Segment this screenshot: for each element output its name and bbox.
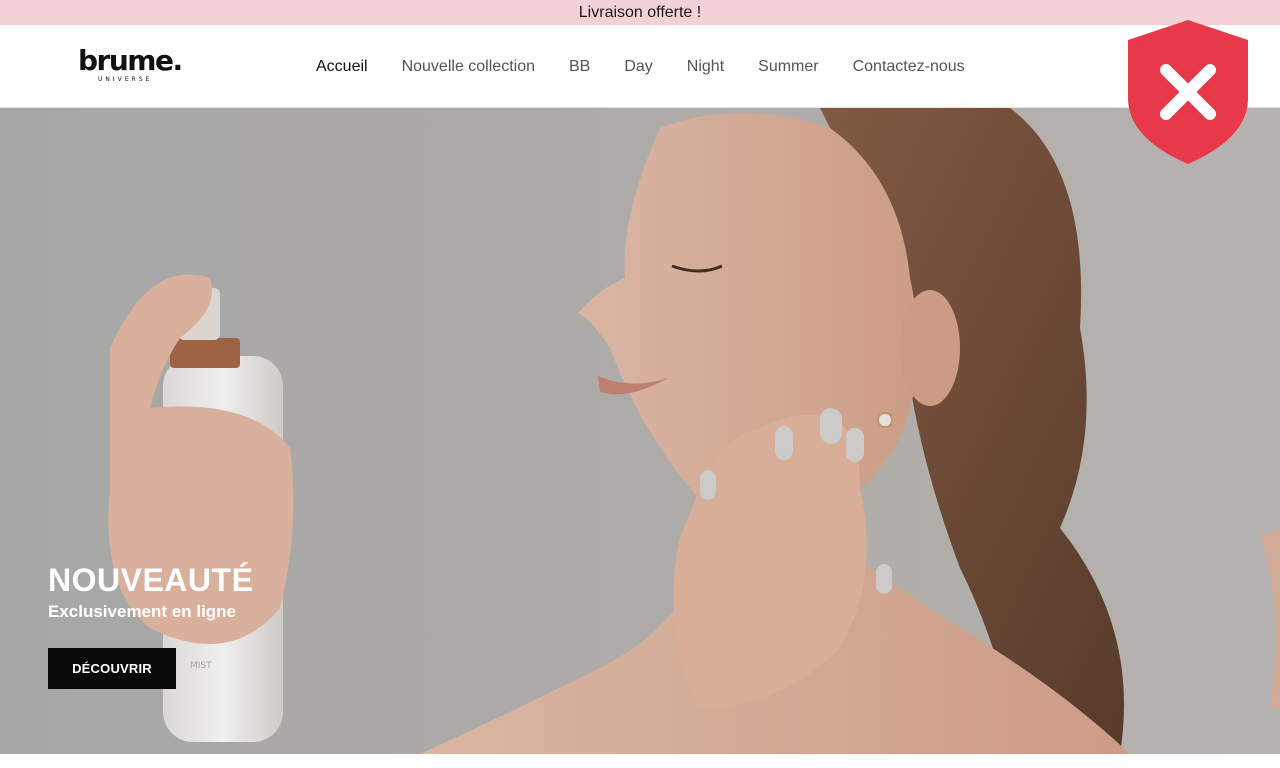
logo-subtitle: UNIVERSE: [98, 76, 153, 83]
nav-item-summer[interactable]: Summer: [758, 58, 818, 76]
nav-item-contactez-nous[interactable]: Contactez-nous: [853, 58, 965, 76]
hero-overlay: [0, 108, 1280, 754]
logo-wordmark: brume.: [78, 44, 183, 77]
nav-item-accueil[interactable]: Accueil: [316, 58, 368, 76]
announcement-bar: Livraison offerte !: [0, 0, 1280, 25]
hero-subtitle: Exclusivement en ligne: [48, 602, 237, 621]
nav-item-nouvelle-collection[interactable]: Nouvelle collection: [402, 58, 535, 76]
discover-button[interactable]: DÉCOUVRIR: [48, 648, 176, 689]
nav-item-night[interactable]: Night: [687, 58, 724, 76]
brand-logo[interactable]: brume. UNIVERSE: [78, 45, 183, 87]
announcement-text: Livraison offerte !: [578, 3, 702, 21]
nav-item-bb[interactable]: BB: [569, 58, 590, 76]
site-header: brume. UNIVERSE Accueil Nouvelle collect…: [0, 25, 1280, 108]
section-below-hero: [0, 754, 1280, 768]
main-nav: Accueil Nouvelle collection BB Day Night…: [316, 25, 999, 108]
hero-banner: MIST NOUVEAUTÉ Exclusivement en ligne DÉ…: [0, 108, 1280, 754]
nav-item-day[interactable]: Day: [624, 58, 652, 76]
shield-x-icon[interactable]: [1126, 18, 1250, 166]
hero-title: NOUVEAUTÉ: [48, 562, 254, 598]
